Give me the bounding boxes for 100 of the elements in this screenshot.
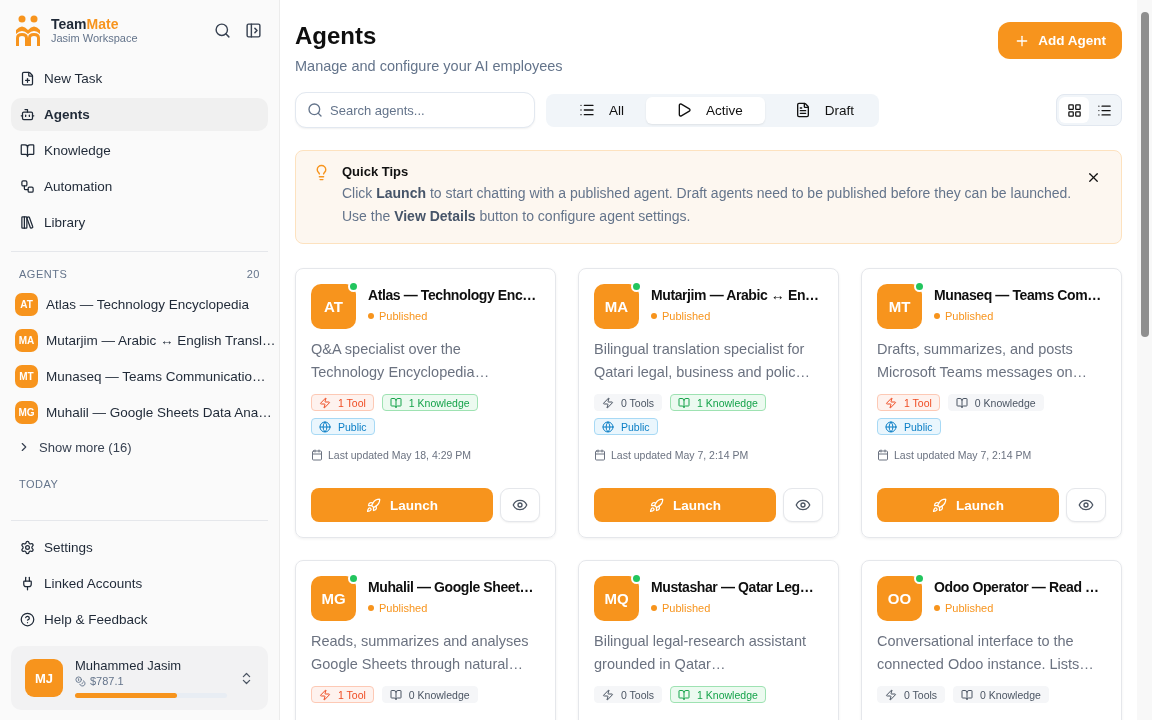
help-icon <box>20 612 35 627</box>
nav-item[interactable]: New Task <box>11 62 268 95</box>
credit-balance: $787.1 <box>90 675 124 687</box>
filter-tab[interactable]: All <box>549 96 646 124</box>
agent-description: Reads, summarizes and analyses Google Sheets through natural… <box>311 632 530 674</box>
tips-text: Click Launch to start chatting with a published agent. Draft agents need to be published before they can be launched. Use the View Details button to configure agent settings. <box>342 184 1072 226</box>
view-details-button[interactable] <box>1066 488 1106 522</box>
search-field[interactable]: Search agents... <box>295 92 535 128</box>
eye-icon <box>795 497 811 513</box>
tag-label: 0 Knowledge <box>408 688 470 701</box>
last-updated: Last updated May 7, 2:14 PM <box>611 449 749 461</box>
section-heading: TODAY <box>19 478 59 490</box>
agent-avatar: AT <box>15 292 38 316</box>
agent-description: Bilingual translation specialist for Qatari legal, business and polic… <box>594 340 811 382</box>
agent-status: Published <box>368 602 428 614</box>
nav-item[interactable]: Automation <box>11 170 268 203</box>
nav-item[interactable]: Agents <box>11 98 268 131</box>
view-details-button[interactable] <box>500 488 540 522</box>
grid-icon <box>1066 102 1082 118</box>
coins-icon <box>75 675 86 687</box>
view-details-button[interactable] <box>783 488 823 522</box>
brand-name: TeamMate <box>51 16 120 32</box>
lightning-icon <box>885 396 897 409</box>
agent-status: Published <box>651 602 711 614</box>
tag-label: 1 Tool <box>904 396 932 409</box>
grid-view-button[interactable] <box>1059 97 1089 123</box>
book-icon <box>961 688 974 701</box>
calendar-icon <box>311 449 323 461</box>
agent-title: Muhalil — Google Sheet… <box>368 578 534 597</box>
page-title: Agents <box>295 22 378 50</box>
agent-status: Published <box>934 310 994 322</box>
agent-status: Published <box>368 310 428 322</box>
tag-label: Public <box>338 420 367 433</box>
workspace-name: Jasim Workspace <box>51 32 139 44</box>
nav-item[interactable]: Settings <box>11 531 268 564</box>
agent-avatar: MQ <box>594 576 639 621</box>
tag-label: 1 Knowledge <box>697 396 758 409</box>
last-updated: Last updated May 18, 4:29 PM <box>328 449 471 461</box>
tag-label: 1 Knowledge <box>408 396 470 409</box>
last-updated: Last updated May 7, 2:14 PM <box>894 449 1032 461</box>
tag-label: 1 Knowledge <box>697 688 758 701</box>
logo-icon <box>15 14 41 46</box>
nav-item[interactable]: Linked Accounts <box>11 567 268 600</box>
globe-icon <box>885 420 897 433</box>
rocket-icon <box>649 497 664 513</box>
eye-icon <box>1078 497 1094 513</box>
play-icon <box>676 102 692 118</box>
tag-label: 1 Tool <box>338 688 366 701</box>
lightning-icon <box>885 688 897 701</box>
globe-icon <box>319 420 331 433</box>
nav-item[interactable]: Help & Feedback <box>11 603 268 636</box>
tag-label: 0 Tools <box>621 396 655 409</box>
agent-status: Published <box>651 310 711 322</box>
book-icon <box>678 688 691 701</box>
book-icon <box>955 396 968 409</box>
agent-avatar: MT <box>15 364 38 388</box>
lightning-icon <box>602 396 614 409</box>
nav-item[interactable]: Library <box>11 206 268 239</box>
globe-icon <box>602 420 614 433</box>
scrollbar[interactable] <box>1137 0 1152 720</box>
settings-icon <box>20 540 35 555</box>
agent-title: Mustashar — Qatar Leg… <box>651 578 814 597</box>
lightning-icon <box>319 396 331 409</box>
lightning-icon <box>319 688 331 701</box>
lightning-icon <box>602 688 614 701</box>
calendar-icon <box>594 449 606 461</box>
tag-label: Public <box>904 420 933 433</box>
filter-tab[interactable]: Draft <box>764 96 877 124</box>
show-more-link[interactable]: Show more (16) <box>11 430 268 464</box>
agent-avatar: AT <box>311 284 356 329</box>
user-card[interactable]: MJ Muhammed Jasim $787.1 <box>11 646 268 710</box>
tag-label: 0 Tools <box>621 688 655 701</box>
agent-avatar: MA <box>15 328 38 352</box>
tag-label: 1 Tool <box>338 396 366 409</box>
agent-list-item[interactable]: MT Munaseq — Teams Communicatio… <box>11 358 268 394</box>
agent-description: Bilingual legal-research assistant grounded in Qatar… <box>594 632 807 674</box>
eye-icon <box>512 497 528 513</box>
tag-label: Public <box>621 420 650 433</box>
tag-label: 0 Tools <box>904 688 938 701</box>
agent-avatar: MG <box>15 400 38 424</box>
agent-list-item[interactable]: AT Atlas — Technology Encyclopedia <box>11 286 268 322</box>
book-icon <box>389 396 402 409</box>
agent-title: Munaseq — Teams Com… <box>934 286 1101 305</box>
agent-name: Munaseq — Teams Communicatio… <box>46 368 266 384</box>
agent-title: Mutarjim — Arabic ↔ En… <box>651 286 819 305</box>
agent-avatar: OO <box>877 576 922 621</box>
page-subtitle: Manage and configure your AI employees <box>295 58 563 74</box>
agent-avatar: MT <box>877 284 922 329</box>
rocket-icon <box>932 497 947 513</box>
user-avatar: MJ <box>25 659 63 697</box>
agent-description: Drafts, summarizes, and posts Microsoft Teams messages on… <box>877 340 1089 382</box>
agent-description: Q&A specialist over the Technology Encyclopedia… <box>311 340 491 382</box>
book-icon <box>389 688 402 701</box>
tips-title: Quick Tips <box>342 164 410 179</box>
nav-item[interactable]: Knowledge <box>11 134 268 167</box>
agent-status: Published <box>934 602 994 614</box>
rocket-icon <box>366 497 381 513</box>
agent-avatar: MA <box>594 284 639 329</box>
user-name: Muhammed Jasim <box>75 658 183 673</box>
filter-tab[interactable]: Active <box>646 96 765 124</box>
